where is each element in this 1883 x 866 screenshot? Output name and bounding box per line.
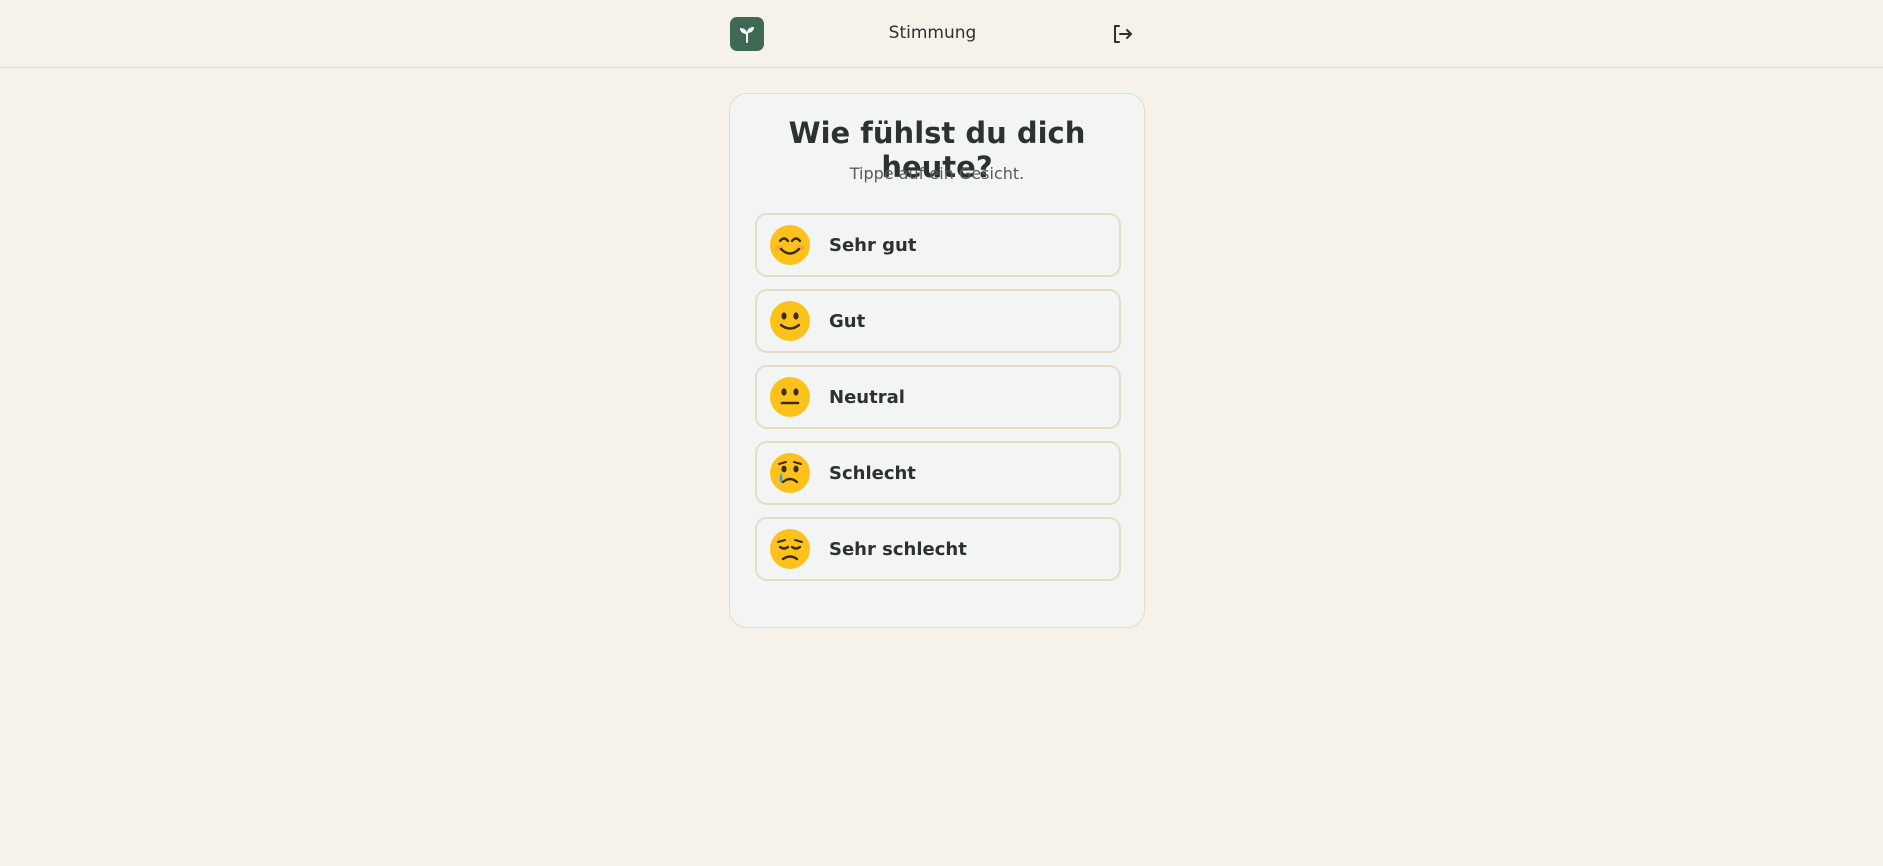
mood-option-bad[interactable]: Schlecht — [755, 441, 1121, 505]
mood-option-very-bad[interactable]: Sehr schlecht — [755, 517, 1121, 581]
top-bar-content: Stimmung — [730, 17, 1135, 51]
neutral-face-icon — [770, 377, 810, 417]
mood-option-neutral[interactable]: Neutral — [755, 365, 1121, 429]
mood-option-good[interactable]: Gut — [755, 289, 1121, 353]
mood-card: Wie fühlst du dich heute? Tippe auf ein … — [729, 93, 1145, 628]
disappointed-face-icon — [770, 529, 810, 569]
mood-option-label: Neutral — [829, 386, 905, 408]
mood-option-label: Schlecht — [829, 462, 916, 484]
smiling-eyes-face-icon — [770, 225, 810, 265]
mood-option-label: Sehr schlecht — [829, 538, 967, 560]
slight-smile-face-icon — [770, 301, 810, 341]
top-bar: Stimmung — [0, 0, 1883, 68]
mood-hint: Tippe auf ein Gesicht. — [849, 164, 1025, 183]
mood-options: Sehr gut Gut Neutral Schlecht Sehr schle… — [755, 213, 1121, 593]
mood-option-label: Sehr gut — [829, 234, 917, 256]
logout-icon[interactable] — [1109, 21, 1135, 47]
mood-option-label: Gut — [829, 310, 866, 332]
crying-face-icon — [770, 453, 810, 493]
mood-option-very-good[interactable]: Sehr gut — [755, 213, 1121, 277]
page-title: Stimmung — [888, 23, 977, 43]
